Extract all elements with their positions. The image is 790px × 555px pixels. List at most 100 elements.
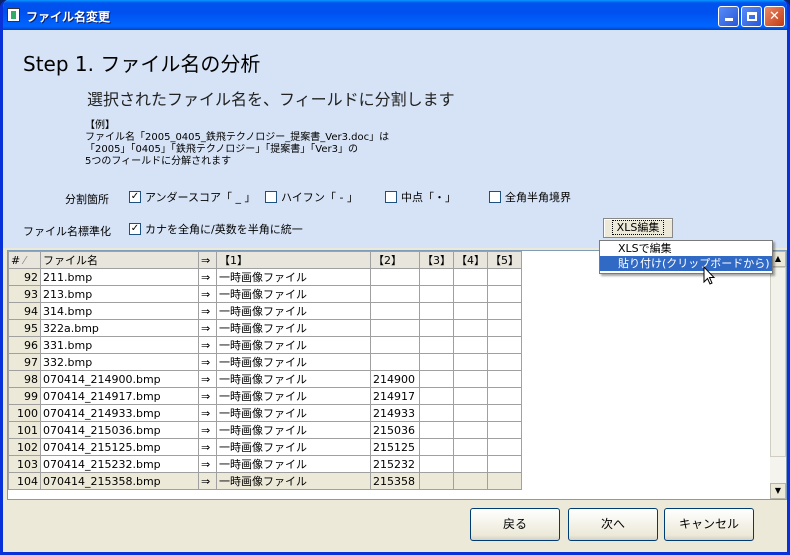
cell-arrow[interactable]: ⇒: [198, 421, 217, 439]
title-bar[interactable]: ファイル名変更 ✕: [3, 0, 787, 30]
cell-field1[interactable]: 一時画像ファイル: [216, 285, 371, 303]
cell-field3[interactable]: [419, 370, 454, 388]
cell-field4[interactable]: [453, 302, 488, 320]
cell-field2[interactable]: [370, 285, 420, 303]
cell-field3[interactable]: [419, 319, 454, 337]
checkbox-hyphen[interactable]: ハイフン「 - 」: [265, 189, 358, 205]
cell-field4[interactable]: [453, 370, 488, 388]
cell-field2[interactable]: [370, 268, 420, 286]
cell-field5[interactable]: [487, 472, 522, 490]
cancel-button[interactable]: キャンセル: [664, 508, 754, 541]
cell-field4[interactable]: [453, 455, 488, 473]
cell-row-number[interactable]: 104: [8, 472, 41, 490]
cell-field2[interactable]: 215036: [370, 421, 420, 439]
cell-filename[interactable]: 070414_215358.bmp: [40, 472, 199, 490]
cell-field1[interactable]: 一時画像ファイル: [216, 319, 371, 337]
next-button[interactable]: 次へ: [568, 508, 658, 541]
cell-filename[interactable]: 070414_214933.bmp: [40, 404, 199, 422]
cell-field5[interactable]: [487, 268, 522, 286]
cell-row-number[interactable]: 99: [8, 387, 41, 405]
cell-field5[interactable]: [487, 319, 522, 337]
cell-field3[interactable]: [419, 387, 454, 405]
cell-field2[interactable]: 214933: [370, 404, 420, 422]
checkbox-box[interactable]: [265, 191, 277, 203]
cell-arrow[interactable]: ⇒: [198, 302, 217, 320]
cell-field4[interactable]: [453, 472, 488, 490]
checkbox-box[interactable]: [385, 191, 397, 203]
col-header-arrow[interactable]: ⇒: [198, 251, 217, 269]
col-header-filename[interactable]: ファイル名: [40, 251, 199, 269]
cell-filename[interactable]: 314.bmp: [40, 302, 199, 320]
cell-field1[interactable]: 一時画像ファイル: [216, 472, 371, 490]
cell-arrow[interactable]: ⇒: [198, 353, 217, 371]
cell-field3[interactable]: [419, 353, 454, 371]
cell-field2[interactable]: [370, 336, 420, 354]
cell-field3[interactable]: [419, 472, 454, 490]
cell-field5[interactable]: [487, 336, 522, 354]
cell-field5[interactable]: [487, 438, 522, 456]
cell-filename[interactable]: 332.bmp: [40, 353, 199, 371]
cell-arrow[interactable]: ⇒: [198, 404, 217, 422]
cell-field4[interactable]: [453, 421, 488, 439]
cell-field4[interactable]: [453, 319, 488, 337]
cell-field1[interactable]: 一時画像ファイル: [216, 421, 371, 439]
table-row[interactable]: 104 070414_215358.bmp ⇒ 一時画像ファイル 215358: [8, 472, 522, 490]
cell-field3[interactable]: [419, 455, 454, 473]
cell-arrow[interactable]: ⇒: [198, 455, 217, 473]
cell-field1[interactable]: 一時画像ファイル: [216, 404, 371, 422]
cell-field1[interactable]: 一時画像ファイル: [216, 268, 371, 286]
cell-field3[interactable]: [419, 404, 454, 422]
table-row[interactable]: 101 070414_215036.bmp ⇒ 一時画像ファイル 215036: [8, 421, 522, 439]
cell-filename[interactable]: 331.bmp: [40, 336, 199, 354]
cell-field3[interactable]: [419, 421, 454, 439]
table-row[interactable]: 100 070414_214933.bmp ⇒ 一時画像ファイル 214933: [8, 404, 522, 422]
table-row[interactable]: 93 213.bmp ⇒ 一時画像ファイル: [8, 285, 522, 303]
scroll-thumb[interactable]: [770, 267, 786, 457]
table-row[interactable]: 92 211.bmp ⇒ 一時画像ファイル: [8, 268, 522, 286]
table-row[interactable]: 98 070414_214900.bmp ⇒ 一時画像ファイル 214900: [8, 370, 522, 388]
cell-field3[interactable]: [419, 285, 454, 303]
cell-field2[interactable]: 215232: [370, 455, 420, 473]
cell-filename[interactable]: 070414_214917.bmp: [40, 387, 199, 405]
cell-field5[interactable]: [487, 387, 522, 405]
table-row[interactable]: 94 314.bmp ⇒ 一時画像ファイル: [8, 302, 522, 320]
table-row[interactable]: 95 322a.bmp ⇒ 一時画像ファイル: [8, 319, 522, 337]
cell-field2[interactable]: 215358: [370, 472, 420, 490]
checkbox-normalize[interactable]: ✓ カナを全角に/英数を半角に統一: [129, 221, 303, 237]
cell-arrow[interactable]: ⇒: [198, 268, 217, 286]
cell-field4[interactable]: [453, 336, 488, 354]
cell-field5[interactable]: [487, 285, 522, 303]
cell-row-number[interactable]: 92: [8, 268, 41, 286]
cell-field1[interactable]: 一時画像ファイル: [216, 438, 371, 456]
cell-field5[interactable]: [487, 370, 522, 388]
cell-field1[interactable]: 一時画像ファイル: [216, 370, 371, 388]
cell-field1[interactable]: 一時画像ファイル: [216, 302, 371, 320]
table-row[interactable]: 97 332.bmp ⇒ 一時画像ファイル: [8, 353, 522, 371]
cell-filename[interactable]: 070414_215036.bmp: [40, 421, 199, 439]
cell-row-number[interactable]: 96: [8, 336, 41, 354]
cell-arrow[interactable]: ⇒: [198, 319, 217, 337]
cell-arrow[interactable]: ⇒: [198, 370, 217, 388]
cell-field2[interactable]: [370, 319, 420, 337]
cell-row-number[interactable]: 102: [8, 438, 41, 456]
cell-filename[interactable]: 070414_215232.bmp: [40, 455, 199, 473]
table-row[interactable]: 96 331.bmp ⇒ 一時画像ファイル: [8, 336, 522, 354]
cell-field4[interactable]: [453, 285, 488, 303]
col-header-field4[interactable]: 【4】: [453, 251, 488, 269]
cell-field5[interactable]: [487, 404, 522, 422]
cell-arrow[interactable]: ⇒: [198, 387, 217, 405]
menu-item-paste-from-clipboard[interactable]: 貼り付け(クリップボードから): [600, 256, 772, 271]
cell-field1[interactable]: 一時画像ファイル: [216, 353, 371, 371]
cell-filename[interactable]: 213.bmp: [40, 285, 199, 303]
maximize-button[interactable]: [741, 6, 762, 27]
cell-field3[interactable]: [419, 268, 454, 286]
cell-row-number[interactable]: 103: [8, 455, 41, 473]
cell-row-number[interactable]: 93: [8, 285, 41, 303]
cell-arrow[interactable]: ⇒: [198, 438, 217, 456]
cell-field1[interactable]: 一時画像ファイル: [216, 387, 371, 405]
cell-filename[interactable]: 322a.bmp: [40, 319, 199, 337]
cell-field5[interactable]: [487, 421, 522, 439]
minimize-button[interactable]: [718, 6, 739, 27]
menu-item-edit-in-xls[interactable]: XLSで編集: [600, 241, 772, 256]
checkbox-width-boundary[interactable]: 全角半角境界: [489, 189, 571, 205]
